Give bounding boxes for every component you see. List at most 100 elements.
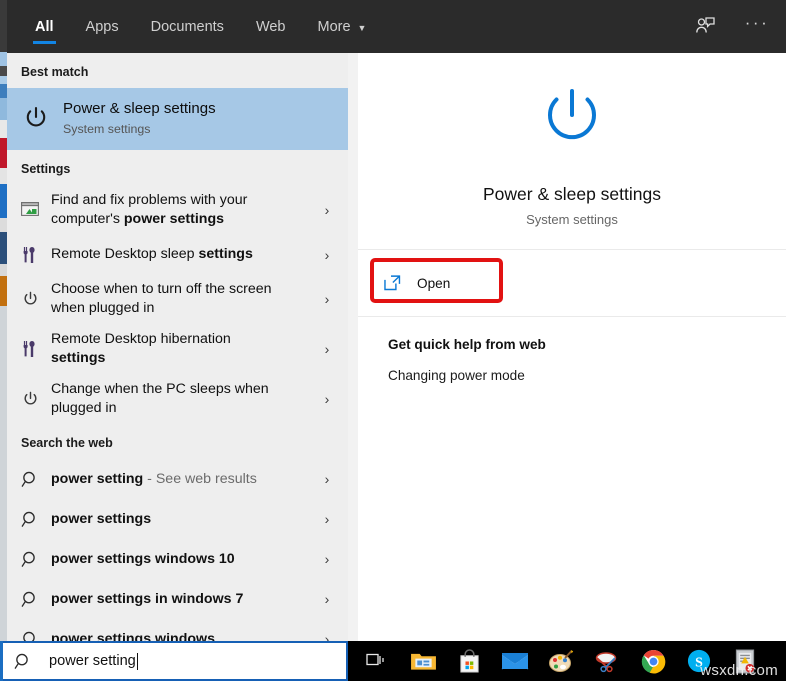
preview-actions: Open [358, 250, 786, 317]
tab-web-label: Web [255, 18, 286, 35]
desktop-edge-sliver [0, 0, 7, 650]
watermark: wsxdn.com [700, 662, 778, 679]
web-result-label: power setting - See web results [51, 464, 316, 495]
ellipsis-icon: ··· [744, 12, 770, 32]
tab-documents-label: Documents [150, 18, 224, 35]
task-view-icon [366, 653, 384, 666]
tab-web[interactable]: Web [240, 0, 302, 53]
settings-item-label: Remote Desktop sleep settings [51, 239, 316, 270]
search-icon [21, 470, 51, 489]
settings-heading: Settings [21, 162, 71, 176]
web-result-item[interactable]: power settings › [7, 499, 348, 539]
line-1: Find and fix problems with your [51, 192, 248, 208]
taskbar-accent-line [0, 641, 3, 681]
external-link-icon [384, 275, 401, 291]
chevron-right-icon[interactable]: › [316, 511, 338, 527]
line-2: plugged in [51, 400, 117, 416]
result-item-power-sleep-settings[interactable]: Power & sleep settings System settings [7, 88, 348, 150]
line-2-pre: computer's [51, 211, 124, 227]
power-icon [21, 390, 51, 409]
preview-title: Power & sleep settings [482, 184, 661, 204]
settings-item-find-fix-power[interactable]: Find and fix problems with your computer… [7, 185, 348, 235]
line-1: Choose when to turn off the screen [51, 281, 272, 297]
preview-panel: Power & sleep settings System settings O… [358, 53, 786, 650]
tab-apps[interactable]: Apps [70, 0, 135, 53]
preview-hero: Power & sleep settings System settings [358, 53, 786, 250]
web-result-label: power settings [51, 504, 316, 535]
line-2-bold: power settings [123, 211, 225, 227]
taskbar-item-microsoft-store[interactable] [454, 644, 484, 678]
taskbar-item-snipping-tool[interactable] [592, 644, 622, 678]
chevron-right-icon[interactable]: › [316, 247, 338, 263]
web-query: power setting [51, 470, 144, 487]
line-1: Change when the PC sleeps when [51, 381, 269, 397]
chevron-right-icon[interactable]: › [316, 551, 338, 567]
search-icon [21, 550, 51, 569]
taskbar: S wsxdn.com [348, 641, 786, 681]
web-search-heading: Search the web [21, 436, 113, 450]
settings-item-label: Change when the PC sleeps when plugged i… [51, 374, 316, 424]
chevron-right-icon[interactable]: › [316, 391, 338, 407]
settings-item-label: Find and fix problems with your computer… [51, 185, 316, 235]
settings-item-label: Remote Desktop hibernation settings [51, 324, 316, 374]
best-match-subtitle: System settings [63, 122, 151, 136]
search-icon [14, 652, 33, 671]
settings-item-change-pc-sleeps[interactable]: Change when the PC sleeps when plugged i… [7, 374, 348, 424]
settings-item-turn-off-screen[interactable]: Choose when to turn off the screen when … [7, 274, 348, 324]
best-match-heading: Best match [21, 65, 89, 79]
more-options-button[interactable]: ··· [738, 8, 776, 46]
tools-icon [21, 246, 51, 264]
chevron-right-icon[interactable]: › [316, 202, 338, 218]
open-button-label: Open [417, 275, 451, 291]
search-flyout: All Apps Documents Web More ▼ ··· Best m… [7, 0, 786, 650]
tab-all-label: All [35, 18, 54, 35]
power-icon-large [548, 89, 596, 140]
web-result-item[interactable]: power setting - See web results › [7, 459, 348, 499]
feedback-person-icon [695, 17, 715, 33]
web-result-item[interactable]: power settings in windows 7 › [7, 579, 348, 619]
search-icon [21, 590, 51, 609]
chevron-right-icon[interactable]: › [316, 591, 338, 607]
taskbar-item-chrome[interactable] [638, 644, 668, 678]
tab-apps-label: Apps [85, 18, 119, 35]
power-icon [21, 290, 51, 309]
tab-more-label: More [317, 18, 351, 35]
troubleshooter-icon [21, 202, 51, 218]
line-2: when plugged in [51, 300, 155, 316]
search-header: All Apps Documents Web More ▼ ··· [7, 0, 786, 53]
web-result-item[interactable]: power settings windows 10 › [7, 539, 348, 579]
line-1-pre: Remote Desktop sleep [51, 246, 199, 262]
settings-item-remote-desktop-sleep[interactable]: Remote Desktop sleep settings › [7, 235, 348, 274]
tab-all[interactable]: All [19, 0, 70, 53]
snipping-tool-icon [595, 652, 617, 673]
chevron-right-icon[interactable]: › [316, 341, 338, 357]
preview-subtitle: System settings [526, 212, 618, 227]
tab-documents[interactable]: Documents [135, 0, 240, 53]
settings-item-label: Choose when to turn off the screen when … [51, 274, 316, 324]
taskbar-item-paint[interactable] [546, 644, 576, 678]
settings-item-remote-desktop-hibernation[interactable]: Remote Desktop hibernation settings › [7, 324, 348, 374]
tools-icon [21, 340, 51, 358]
tab-more[interactable]: More ▼ [302, 0, 383, 53]
microsoft-store-icon [459, 649, 479, 673]
power-icon [21, 104, 63, 134]
web-result-label: power settings in windows 7 [51, 584, 316, 615]
chevron-right-icon[interactable]: › [316, 471, 338, 487]
web-suffix: - See web results [143, 470, 257, 487]
chrome-icon [641, 649, 665, 673]
quick-help-link[interactable]: Changing power mode [388, 368, 786, 383]
search-input[interactable]: power setting [0, 641, 348, 681]
taskbar-item-file-explorer[interactable] [408, 644, 438, 678]
best-match-title: Power & sleep settings [63, 100, 216, 117]
line-1: Remote Desktop hibernation [51, 331, 231, 347]
screen: All Apps Documents Web More ▼ ··· Best m… [0, 0, 786, 681]
tab-bar: All Apps Documents Web More ▼ [7, 0, 382, 53]
feedback-button[interactable] [686, 8, 724, 46]
quick-help-title: Get quick help from web [388, 337, 546, 352]
quick-help-section: Get quick help from web Changing power m… [358, 317, 786, 383]
chevron-right-icon[interactable]: › [316, 291, 338, 307]
taskbar-item-mail[interactable] [500, 644, 530, 678]
taskbar-item-task-view[interactable] [362, 644, 392, 678]
open-button[interactable]: Open [376, 266, 472, 300]
line-2-bold: settings [51, 350, 106, 366]
